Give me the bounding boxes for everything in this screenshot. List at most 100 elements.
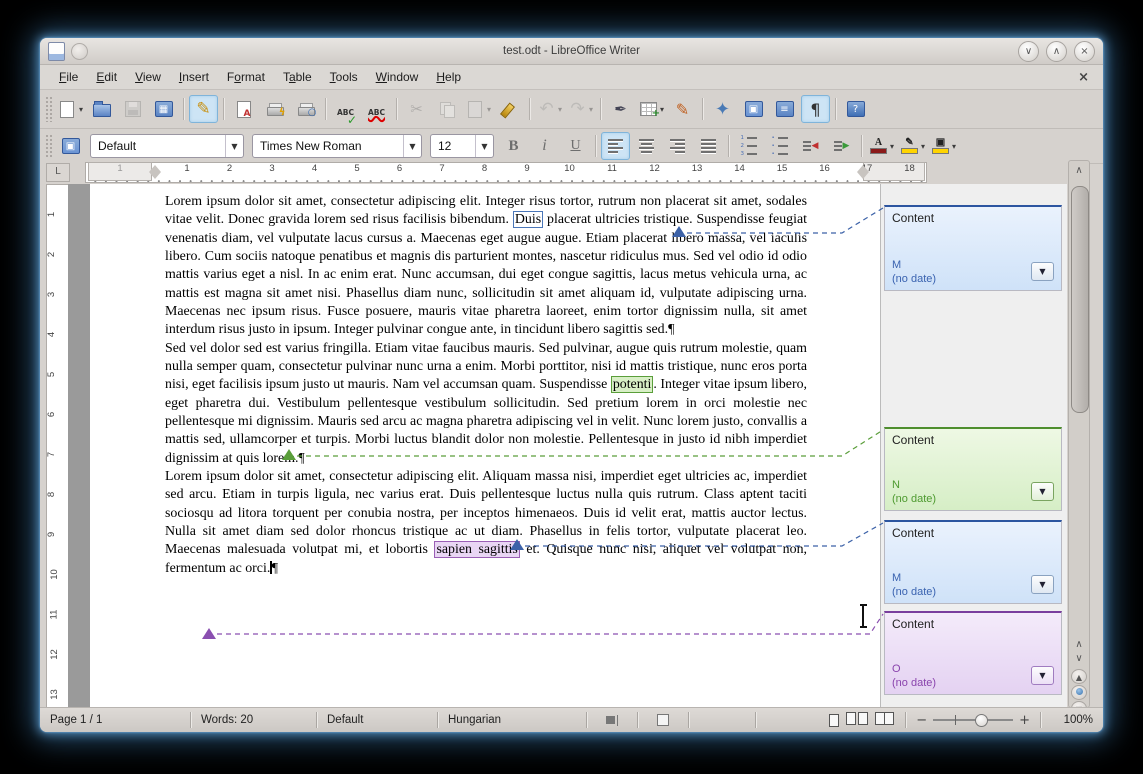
comment-1[interactable]: Content M (no date) ▼ — [884, 205, 1062, 291]
chevron-down-icon[interactable]: ▾ — [589, 105, 593, 114]
chevron-down-icon[interactable]: ▾ — [921, 142, 925, 151]
close-button[interactable]: × — [1074, 40, 1095, 62]
menu-edit[interactable]: Edit — [87, 67, 126, 87]
paragraph-style-combo[interactable]: Default ▼ — [90, 134, 244, 158]
background-color-button[interactable]: ▣ ▾ — [929, 132, 958, 160]
align-right-button[interactable] — [663, 132, 692, 160]
document-text[interactable]: Lorem ipsum dolor sit amet, consectetur … — [165, 193, 807, 578]
comment-text[interactable]: Content — [885, 207, 1061, 229]
navigation-button[interactable] — [1071, 685, 1087, 700]
zoom-track[interactable] — [933, 714, 1014, 727]
find-replace-button[interactable]: ✦ — [708, 95, 737, 123]
comment-text[interactable]: Content — [885, 613, 1061, 635]
menu-insert[interactable]: Insert — [170, 67, 218, 87]
paste-button[interactable]: ▾ — [464, 95, 493, 123]
page-preview-button[interactable]: ○ — [291, 95, 320, 123]
font-name-combo[interactable]: Times New Roman ▼ — [252, 134, 422, 158]
new-document-button[interactable]: ▾ — [56, 95, 85, 123]
email-document-button[interactable]: ▦ — [149, 95, 178, 123]
menu-help[interactable]: Help — [427, 67, 470, 87]
comment-text[interactable]: Content — [885, 522, 1061, 544]
comment-menu-button[interactable]: ▼ — [1031, 575, 1054, 594]
hyperlink-button[interactable]: ✒ — [606, 95, 635, 123]
comment-anchor-blue[interactable]: Duis — [512, 211, 544, 229]
menu-tools[interactable]: Tools — [321, 67, 367, 87]
page-style-field[interactable]: Default — [317, 708, 437, 732]
chevron-down-icon[interactable]: ▾ — [487, 105, 491, 114]
zoom-slider[interactable]: − + — [906, 708, 1040, 732]
title-bar[interactable]: test.odt - LibreOffice Writer ∨ ∧ × — [40, 38, 1103, 65]
align-center-button[interactable] — [632, 132, 661, 160]
paragraph[interactable]: Sed vel dolor sed est varius fringilla. … — [165, 340, 807, 468]
right-margin-marker[interactable] — [857, 165, 869, 172]
chevron-down-icon[interactable]: ▼ — [225, 135, 243, 157]
menu-view[interactable]: View — [126, 67, 170, 87]
menu-format[interactable]: Format — [218, 67, 274, 87]
spellcheck-button[interactable]: ABC ✓ — [331, 95, 360, 127]
multi-page-view-icon[interactable] — [845, 712, 869, 728]
comment-4[interactable]: Content O (no date) ▼ — [884, 611, 1062, 695]
auto-spellcheck-button[interactable]: ABC — [362, 95, 391, 123]
open-button[interactable] — [87, 95, 116, 123]
increase-indent-button[interactable]: ▶ — [827, 132, 856, 160]
menu-table[interactable]: Table — [274, 67, 321, 87]
selection-mode-field[interactable] — [638, 708, 688, 732]
toolbar-grip[interactable] — [45, 95, 52, 123]
menu-window[interactable]: Window — [367, 67, 428, 87]
help-button[interactable]: ? — [841, 95, 870, 123]
chevron-down-icon[interactable]: ▾ — [558, 105, 562, 114]
align-left-button[interactable] — [601, 132, 630, 160]
styles-button[interactable]: ▣ — [56, 132, 85, 160]
insert-table-button[interactable]: + ▾ — [637, 95, 666, 123]
undo-button[interactable]: ↶ ▾ — [535, 95, 564, 123]
chevron-down-icon[interactable]: ▾ — [890, 142, 894, 151]
scroll-up-icon[interactable]: ∧ — [1069, 165, 1089, 176]
insert-mode-field[interactable] — [587, 708, 637, 732]
chevron-down-icon[interactable]: ▾ — [952, 142, 956, 151]
draw-functions-button[interactable]: ✎ — [668, 95, 697, 123]
zoom-level-field[interactable]: 100% — [1041, 708, 1103, 732]
justify-button[interactable] — [694, 132, 723, 160]
paragraph[interactable]: Lorem ipsum dolor sit amet, consectetur … — [165, 193, 807, 340]
tab-stop-selector[interactable]: L — [46, 163, 70, 182]
edit-file-button[interactable]: ✎ — [189, 95, 218, 123]
single-page-view-icon[interactable] — [829, 713, 840, 727]
formatting-marks-button[interactable]: ¶ — [801, 95, 830, 123]
chevron-down-icon[interactable]: ▼ — [403, 135, 421, 157]
comment-menu-button[interactable]: ▼ — [1031, 262, 1054, 281]
scroll-up-icon[interactable]: ∧ — [1069, 639, 1089, 650]
copy-button[interactable] — [433, 95, 462, 123]
highlight-color-button[interactable]: ✎ ▾ — [898, 132, 927, 160]
font-size-combo[interactable]: 12 ▼ — [430, 134, 494, 158]
word-count-field[interactable]: Words: 20 — [191, 708, 316, 732]
zoom-handle[interactable] — [975, 714, 989, 727]
chevron-down-icon[interactable]: ▾ — [79, 105, 83, 114]
vertical-scrollbar[interactable]: ∧ ∧ ∨ ▲ ▼ — [1068, 160, 1090, 716]
comment-2[interactable]: Content N (no date) ▼ — [884, 427, 1062, 511]
gallery-button[interactable]: ≡ — [770, 95, 799, 123]
comment-3[interactable]: Content M (no date) ▼ — [884, 520, 1062, 604]
book-view-icon[interactable] — [874, 712, 895, 728]
paragraph[interactable]: Lorem ipsum dolor sit amet, consectetur … — [165, 468, 807, 578]
comment-menu-button[interactable]: ▼ — [1031, 666, 1054, 685]
toolbar-grip[interactable] — [45, 134, 52, 158]
comment-anchor-purple[interactable]: sapien sagittis — [434, 541, 520, 559]
chevron-down-icon[interactable]: ▼ — [475, 135, 493, 157]
navigator-button[interactable]: ▣ — [739, 95, 768, 123]
zoom-in-icon[interactable]: + — [1019, 713, 1030, 728]
font-color-button[interactable]: A ▾ — [867, 132, 896, 160]
export-pdf-button[interactable]: A — [229, 95, 258, 123]
scroll-down-icon[interactable]: ∨ — [1069, 653, 1089, 664]
document-modified-field[interactable] — [689, 708, 755, 732]
menu-file[interactable]: File — [50, 67, 87, 87]
previous-page-button[interactable]: ▲ — [1071, 669, 1087, 684]
comment-text[interactable]: Content — [885, 429, 1061, 451]
scrollbar-thumb[interactable] — [1071, 186, 1089, 413]
redo-button[interactable]: ↷ ▾ — [566, 95, 595, 123]
save-button[interactable] — [118, 95, 147, 123]
first-line-indent-marker[interactable] — [149, 165, 161, 172]
clone-formatting-button[interactable] — [495, 95, 524, 123]
document-close-button[interactable]: × — [1074, 70, 1093, 85]
right-indent-marker[interactable] — [857, 172, 869, 179]
decrease-indent-button[interactable]: ◀ — [796, 132, 825, 160]
